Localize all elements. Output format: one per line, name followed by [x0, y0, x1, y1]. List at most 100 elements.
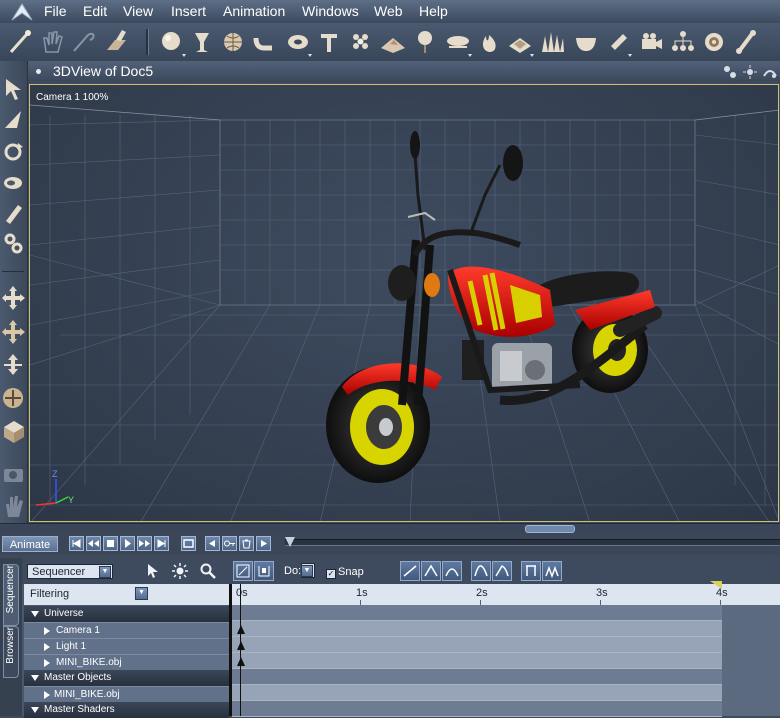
- pencil-icon[interactable]: [1, 198, 26, 226]
- tree-plant-icon[interactable]: [410, 26, 440, 58]
- expand-triangle-icon[interactable]: [31, 611, 39, 617]
- lathe-icon[interactable]: [187, 26, 217, 58]
- do-action-select[interactable]: ▼: [301, 563, 315, 578]
- keyframe-marker[interactable]: [237, 641, 245, 650]
- go-to-end-button[interactable]: [154, 536, 169, 551]
- view-cube-icon[interactable]: [1, 416, 26, 444]
- app-logo-icon[interactable]: [8, 2, 36, 22]
- ease-in-button[interactable]: [471, 561, 491, 581]
- move-icon[interactable]: [1, 106, 26, 134]
- rotate-icon[interactable]: [1, 137, 26, 165]
- tab-sequencer[interactable]: Sequencer: [3, 564, 19, 626]
- landscape-tiles-icon[interactable]: [505, 26, 535, 58]
- next-key-button[interactable]: [256, 536, 271, 551]
- 3d-viewport[interactable]: Camera 1 100% Z Y: [29, 84, 779, 522]
- grass-icon[interactable]: [537, 26, 567, 58]
- go-to-start-button[interactable]: [69, 536, 84, 551]
- text-3d-icon[interactable]: [314, 26, 344, 58]
- expand-triangle-icon[interactable]: [44, 643, 50, 651]
- timeline-tracks[interactable]: [232, 605, 780, 717]
- target-icon[interactable]: [699, 26, 729, 58]
- interp-peak-button[interactable]: [421, 561, 441, 581]
- scale-icon[interactable]: [1, 383, 26, 411]
- cubes-icon[interactable]: [346, 26, 376, 58]
- render-options-icon[interactable]: [722, 64, 738, 80]
- hand-tool-icon[interactable]: [37, 26, 67, 58]
- splitter-grip[interactable]: [525, 525, 575, 533]
- snap-checkbox-box[interactable]: ✓: [326, 569, 336, 579]
- tree-item-mini-bike[interactable]: MINI_BIKE.obj: [24, 654, 229, 670]
- bounce-button[interactable]: [542, 561, 562, 581]
- rewind-button[interactable]: [86, 536, 101, 551]
- tree-group-master-objects[interactable]: Master Objects: [24, 670, 229, 686]
- animate-button[interactable]: Animate: [2, 536, 58, 552]
- camera-icon[interactable]: [636, 26, 666, 58]
- delete-key-button[interactable]: [239, 536, 254, 551]
- expand-triangle-icon[interactable]: [44, 659, 50, 667]
- expand-triangle-icon[interactable]: [31, 675, 39, 681]
- play-button[interactable]: [120, 536, 135, 551]
- timeline-ruler[interactable]: 0s 1s 2s 3s 4s: [232, 584, 780, 606]
- bowl-icon[interactable]: [571, 26, 601, 58]
- expand-triangle-icon[interactable]: [31, 707, 39, 713]
- menu-insert[interactable]: Insert: [171, 3, 206, 19]
- settings-sun-icon[interactable]: [171, 562, 189, 580]
- keyframe-marker[interactable]: [237, 625, 245, 634]
- move-z-icon[interactable]: [1, 350, 26, 378]
- globe-icon[interactable]: [218, 26, 248, 58]
- torus-icon[interactable]: [283, 26, 313, 58]
- loop-button[interactable]: [181, 536, 196, 551]
- link-icon[interactable]: [1, 229, 26, 257]
- fit-time-button[interactable]: [254, 561, 274, 581]
- hand-pan-icon[interactable]: [1, 491, 26, 519]
- terrain-icon[interactable]: [378, 26, 408, 58]
- interp-linear-button[interactable]: [400, 561, 420, 581]
- render-icon[interactable]: [742, 64, 758, 80]
- snap-checkbox[interactable]: ✓ Snap: [326, 566, 364, 579]
- previous-key-button[interactable]: [205, 536, 220, 551]
- cloud-icon[interactable]: [443, 26, 473, 58]
- bone-icon[interactable]: [731, 26, 761, 58]
- tab-browser[interactable]: Browser: [3, 626, 19, 678]
- magic-wand-icon[interactable]: [5, 26, 35, 58]
- frame-slider-thumb[interactable]: [285, 537, 295, 547]
- fit-view-button[interactable]: [233, 561, 253, 581]
- stop-button[interactable]: [103, 536, 118, 551]
- menu-web[interactable]: Web: [374, 3, 403, 19]
- keyframe-marker[interactable]: [237, 657, 245, 666]
- move-xy-icon[interactable]: [1, 283, 26, 311]
- tree-item-master-mini-bike[interactable]: MINI_BIKE.obj: [24, 686, 229, 702]
- tree-group-universe[interactable]: Universe: [24, 606, 229, 622]
- light-icon[interactable]: [603, 26, 633, 58]
- twist-icon[interactable]: [1, 168, 26, 196]
- tree-item-light[interactable]: Light 1: [24, 638, 229, 654]
- sculpt-tool-icon[interactable]: [68, 26, 98, 58]
- menu-view[interactable]: View: [123, 3, 153, 19]
- pipe-icon[interactable]: [249, 26, 279, 58]
- zoom-icon[interactable]: [199, 562, 217, 580]
- mirror-button[interactable]: [521, 561, 541, 581]
- menu-file[interactable]: File: [44, 3, 67, 19]
- window-menu-bullet[interactable]: [36, 69, 41, 74]
- filtering-dropdown-icon[interactable]: ▼: [135, 587, 148, 600]
- hierarchy-icon[interactable]: [668, 26, 698, 58]
- ease-out-button[interactable]: [492, 561, 512, 581]
- sequencer-mode-select[interactable]: Sequencer ▼: [27, 564, 113, 579]
- sphere-icon[interactable]: [157, 26, 187, 58]
- current-frame-line[interactable]: [240, 584, 241, 716]
- menu-help[interactable]: Help: [419, 3, 448, 19]
- menu-windows[interactable]: Windows: [302, 3, 359, 19]
- paint-tool-icon[interactable]: [102, 26, 132, 58]
- tree-item-camera[interactable]: Camera 1: [24, 622, 229, 638]
- frame-slider[interactable]: [285, 537, 780, 547]
- preview-icon[interactable]: [762, 64, 778, 80]
- menu-edit[interactable]: Edit: [83, 3, 107, 19]
- expand-triangle-icon[interactable]: [44, 627, 50, 635]
- interp-curve-button[interactable]: [442, 561, 462, 581]
- fire-icon[interactable]: [474, 26, 504, 58]
- key-button[interactable]: [222, 536, 237, 551]
- select-arrow-icon[interactable]: [144, 562, 162, 580]
- fast-forward-button[interactable]: [137, 536, 152, 551]
- move-xz-icon[interactable]: [1, 317, 26, 345]
- expand-triangle-icon[interactable]: [44, 691, 50, 699]
